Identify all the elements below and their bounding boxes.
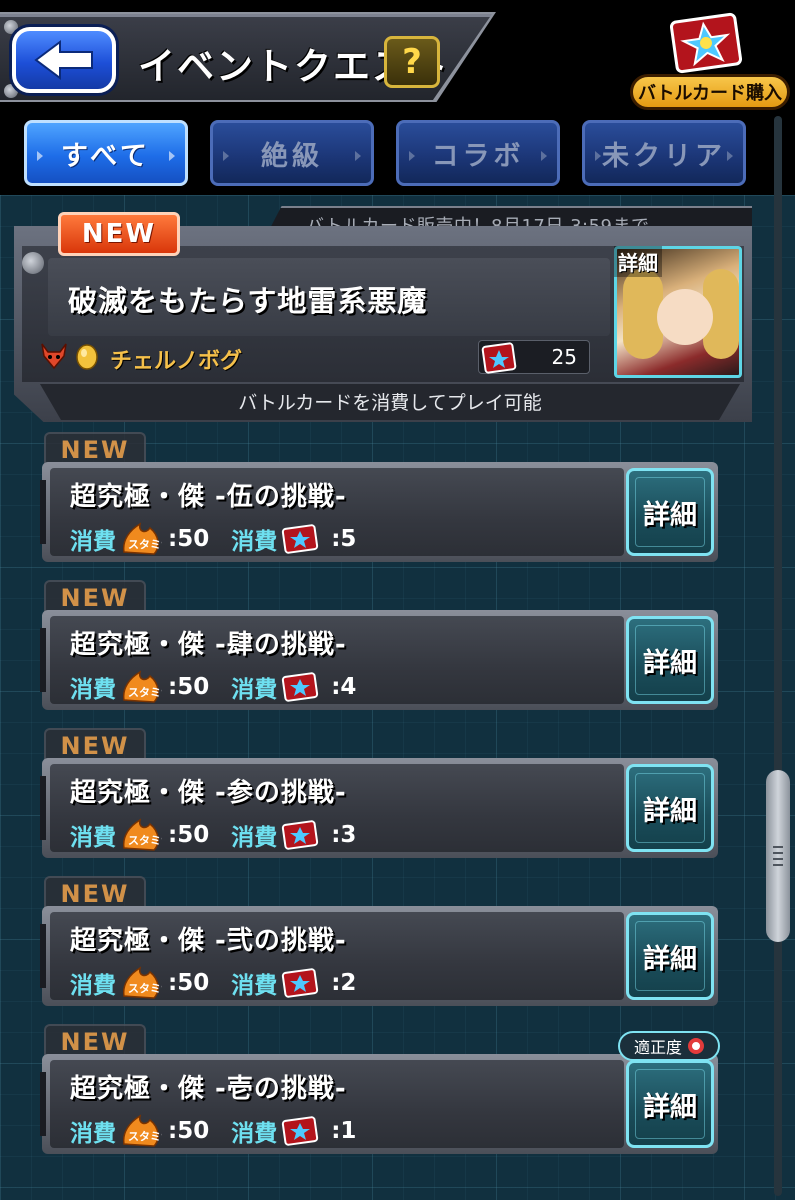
- battle-card-icon: [282, 1116, 319, 1146]
- stamina-icon: スタミナ: [122, 1114, 162, 1147]
- help-button[interactable]: ?: [384, 36, 440, 88]
- stamina-value: :50: [168, 674, 210, 700]
- battle-card-icon: [481, 342, 517, 374]
- svg-text:スタミナ: スタミナ: [128, 834, 162, 847]
- scrollbar-track[interactable]: [774, 116, 782, 1196]
- cost-label: 消費: [70, 973, 116, 999]
- svg-text:スタミナ: スタミナ: [128, 686, 162, 699]
- stamina-icon: スタミナ: [122, 522, 162, 555]
- card-value: :2: [331, 970, 357, 996]
- quest-accent: [40, 480, 46, 544]
- tab-all[interactable]: すべて: [24, 120, 188, 186]
- fitness-label: 適正度: [633, 1038, 682, 1057]
- quest-name: 超究極・傑 -参の挑戦-: [70, 778, 347, 808]
- monster-name: チェルノボグ: [110, 349, 243, 374]
- card-value: :3: [331, 822, 357, 848]
- cost-label: 消費: [231, 825, 278, 851]
- cost-label: 消費: [70, 677, 116, 703]
- detail-button[interactable]: 詳細: [626, 764, 714, 852]
- quest-item[interactable]: NEW 超究極・傑 -伍の挑戦- 消費 スタミナ :50 消費 :5 詳細: [40, 432, 718, 562]
- svg-text:スタミナ: スタミナ: [128, 982, 162, 995]
- featured-title: 破滅をもたらす地雷系悪魔: [68, 284, 428, 318]
- tab-label: コラボ: [431, 140, 525, 172]
- card-value: :4: [331, 674, 357, 700]
- card-count-value: 25: [551, 345, 577, 369]
- quest-cost: 消費 スタミナ :50 消費 :1: [70, 1114, 356, 1148]
- tab-label: 未クリア: [602, 140, 726, 172]
- fitness-badge: 適正度: [618, 1031, 720, 1061]
- featured-note: バトルカードを消費してプレイ可能: [238, 392, 542, 414]
- cost-label: 消費: [231, 677, 278, 703]
- new-tag: NEW: [44, 432, 146, 466]
- scrollbar-thumb[interactable]: [766, 770, 790, 942]
- cost-label: 消費: [231, 529, 278, 555]
- back-button[interactable]: [12, 27, 116, 93]
- cost-label: 消費: [70, 1121, 116, 1147]
- quest-item[interactable]: NEW 超究極・傑 -参の挑戦- 消費 スタミナ :50 消費 :3 詳細: [40, 728, 718, 858]
- svg-text:スタミナ: スタミナ: [128, 538, 162, 551]
- monster-icons: [38, 342, 100, 370]
- cost-label: 消費: [231, 1121, 278, 1147]
- quest-accent: [40, 776, 46, 840]
- cost-label: 消費: [70, 825, 116, 851]
- stamina-icon: スタミナ: [122, 670, 162, 703]
- battle-card-icon: [282, 968, 319, 998]
- stamina-icon: スタミナ: [122, 966, 162, 999]
- quest-accent: [40, 628, 46, 692]
- tab-label: すべて: [60, 140, 152, 172]
- battle-card-icon: [282, 820, 319, 850]
- tab-collab[interactable]: コラボ: [396, 120, 560, 186]
- quest-accent: [40, 924, 46, 988]
- quest-cost: 消費 スタミナ :50 消費 :4: [70, 670, 356, 704]
- cost-label: 消費: [70, 529, 116, 555]
- detail-button[interactable]: 詳細: [626, 1060, 714, 1148]
- new-tag: NEW: [44, 580, 146, 614]
- quest-item[interactable]: NEW 超究極・傑 -弐の挑戦- 消費 スタミナ :50 消費 :2 詳細: [40, 876, 718, 1006]
- tab-uncleared[interactable]: 未クリア: [582, 120, 746, 186]
- battle-card-icon: [669, 12, 743, 74]
- card-count: 25: [478, 340, 590, 374]
- tab-label: 絶級: [261, 140, 323, 172]
- battle-card-icon: [282, 524, 319, 554]
- detail-button[interactable]: 詳細: [626, 912, 714, 1000]
- new-badge: NEW: [58, 212, 180, 256]
- card-value: :1: [331, 1118, 357, 1144]
- tab-extreme[interactable]: 絶級: [210, 120, 374, 186]
- stamina-value: :50: [168, 1118, 210, 1144]
- cost-label: 消費: [231, 973, 278, 999]
- back-arrow-icon: [34, 40, 93, 80]
- stamina-value: :50: [168, 822, 210, 848]
- quest-name: 超究極・傑 -弐の挑戦-: [70, 926, 347, 956]
- quest-name: 超究極・傑 -肆の挑戦-: [70, 630, 347, 660]
- battle-card-shop-label: バトルカード購入: [630, 74, 790, 110]
- stamina-value: :50: [168, 526, 210, 552]
- stamina-icon: スタミナ: [122, 818, 162, 851]
- grip-icon: [773, 846, 783, 866]
- detail-button[interactable]: 詳細: [626, 616, 714, 704]
- card-value: :5: [331, 526, 357, 552]
- quest-item[interactable]: NEW 超究極・傑 -壱の挑戦- 消費 スタミナ :50 消費 :1 詳細: [40, 1024, 718, 1154]
- screw-icon: [22, 252, 44, 274]
- quest-cost: 消費 スタミナ :50 消費 :5: [70, 522, 356, 556]
- quest-name: 超究極・傑 -壱の挑戦-: [70, 1074, 347, 1104]
- quest-cost: 消費 スタミナ :50 消費 :3: [70, 818, 356, 852]
- fitness-circle-icon: [688, 1038, 704, 1054]
- devil-attribute-icon: [41, 343, 67, 370]
- quest-accent: [40, 1072, 46, 1136]
- quest-name: 超究極・傑 -伍の挑戦-: [70, 482, 347, 512]
- new-tag: NEW: [44, 1024, 146, 1058]
- header: イベントクエスト ? バトルカード購入 すべて 絶級 コラボ 未クリア: [0, 0, 795, 195]
- featured-detail-label[interactable]: 詳細: [614, 246, 662, 277]
- quest-item[interactable]: NEW 超究極・傑 -肆の挑戦- 消費 スタミナ :50 消費 :4 詳細: [40, 580, 718, 710]
- stamina-value: :50: [168, 970, 210, 996]
- quest-cost: 消費 スタミナ :50 消費 :2: [70, 966, 356, 1000]
- portrait-face: [657, 289, 713, 345]
- detail-button[interactable]: 詳細: [626, 468, 714, 556]
- svg-text:スタミナ: スタミナ: [128, 1130, 162, 1143]
- new-tag: NEW: [44, 876, 146, 910]
- egg-icon: [76, 344, 98, 370]
- new-tag: NEW: [44, 728, 146, 762]
- battle-card-icon: [282, 672, 319, 702]
- battle-card-shop-button[interactable]: バトルカード購入: [630, 12, 790, 110]
